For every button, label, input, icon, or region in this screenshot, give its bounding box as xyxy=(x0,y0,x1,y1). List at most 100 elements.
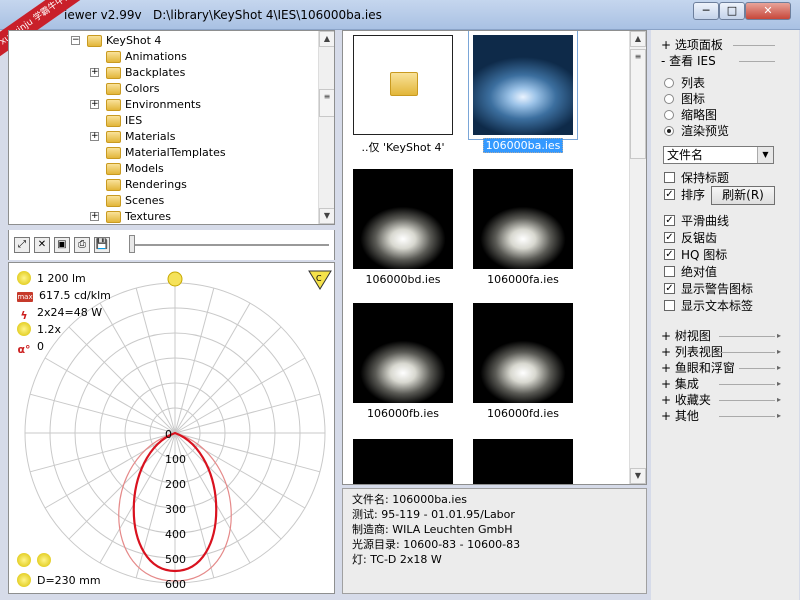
minimize-button[interactable]: ─ xyxy=(693,2,719,20)
view-ies-header[interactable]: - 查看 IES xyxy=(661,54,716,68)
tree-item[interactable]: − KeyShot 4 xyxy=(9,33,319,49)
view-mode-radio[interactable] xyxy=(664,126,674,136)
divider xyxy=(733,45,775,46)
close-button[interactable]: ✕ xyxy=(745,2,791,20)
option-checkbox[interactable]: ✓ xyxy=(664,232,675,243)
thumbnail-6[interactable] xyxy=(473,303,573,403)
c-plane-label: C xyxy=(316,274,322,283)
thumbs-scrollbar[interactable]: ▲ ≡ ▼ xyxy=(629,31,646,484)
thumbnail-caption[interactable]: 106000bd.ies xyxy=(343,273,463,286)
fit-icon[interactable]: ⤢ xyxy=(14,237,30,253)
expand-icon[interactable]: + xyxy=(90,68,99,77)
thumbnail-caption[interactable]: 106000fa.ies xyxy=(463,273,583,286)
divider xyxy=(719,384,775,385)
option-checkbox[interactable] xyxy=(664,266,675,277)
tree-item-label: Scenes xyxy=(125,194,165,207)
polar-grid-ray xyxy=(174,432,306,509)
tree-item[interactable]: Renderings xyxy=(9,177,319,193)
view-mode-radio[interactable] xyxy=(664,78,674,88)
thumbnail-partial[interactable] xyxy=(353,439,453,484)
thumbnail-grid[interactable]: ..仅 'KeyShot 4' 106000ba.ies 106000bd.ies 1… xyxy=(342,30,647,485)
scroll-down-icon[interactable]: ▼ xyxy=(630,468,646,484)
sort-select[interactable]: 文件名 ▼ xyxy=(663,146,774,164)
thumbnail-partial[interactable] xyxy=(473,439,573,484)
thumbnail-caption[interactable]: ..仅 'KeyShot 4' xyxy=(343,139,463,155)
option-checkbox[interactable] xyxy=(664,172,675,183)
scroll-up-icon[interactable]: ▲ xyxy=(630,31,646,47)
collapsed-group-header[interactable]: + 集成 xyxy=(661,377,699,391)
tree-item[interactable]: Animations xyxy=(9,49,319,65)
zoom-slider-track[interactable] xyxy=(129,244,329,246)
option-checkbox[interactable]: ✓ xyxy=(664,215,675,226)
scroll-up-icon[interactable]: ▲ xyxy=(319,31,334,47)
options-panel-header[interactable]: + 选项面板 xyxy=(661,38,723,52)
thumbnail-5[interactable] xyxy=(353,303,453,403)
zoom-slider-thumb[interactable] xyxy=(129,235,135,253)
option-checkbox[interactable]: ✓ xyxy=(664,283,675,294)
tree-item[interactable]: + Textures xyxy=(9,209,319,224)
print-icon[interactable]: ⎙ xyxy=(74,237,90,253)
save-icon[interactable]: 💾 xyxy=(94,237,110,253)
grid-toggle-icon[interactable]: ✕ xyxy=(34,237,50,253)
option-checkbox[interactable] xyxy=(664,300,675,311)
tree-item[interactable]: + Backplates xyxy=(9,65,319,81)
folder-icon xyxy=(390,72,418,96)
option-checkbox[interactable]: ✓ xyxy=(664,189,675,200)
tree-scrollbar[interactable]: ▲ ≡ ▼ xyxy=(318,31,334,224)
folder-icon xyxy=(87,35,102,47)
divider xyxy=(719,400,775,401)
folder-tree[interactable]: − KeyShot 4 Animations + Backplates Colors + En… xyxy=(8,30,335,225)
file-info-panel: 文件名: 106000ba.ies 测试: 95-119 - 01.01.95/L… xyxy=(342,488,647,594)
collapse-icon[interactable]: − xyxy=(71,36,80,45)
option-label: 绝对值 xyxy=(681,265,718,279)
thumbnail-4[interactable] xyxy=(473,169,573,269)
light-view-icon[interactable]: ▣ xyxy=(54,237,70,253)
chevron-icon: ▸ xyxy=(777,395,782,404)
view-mode-radio[interactable] xyxy=(664,110,674,120)
tree-item[interactable]: Models xyxy=(9,161,319,177)
polar-grid-ray xyxy=(44,432,176,509)
tree-item[interactable]: Colors xyxy=(9,81,319,97)
expand-icon[interactable]: + xyxy=(90,100,99,109)
view-mode-label: 缩略图 xyxy=(681,108,718,122)
option-checkbox[interactable]: ✓ xyxy=(664,249,675,260)
scroll-down-icon[interactable]: ▼ xyxy=(319,208,334,224)
intensity-value: 617.5 cd/klm xyxy=(39,289,111,302)
collapsed-group-header[interactable]: + 树视图 xyxy=(661,329,711,343)
refresh-button[interactable]: 刷新(R) xyxy=(711,186,775,205)
option-label: 保持标题 xyxy=(681,171,730,185)
expand-icon[interactable]: + xyxy=(90,132,99,141)
caption-text: 106000ba.ies xyxy=(482,138,564,153)
tree-item[interactable]: MaterialTemplates xyxy=(9,145,319,161)
tree-item-label: Animations xyxy=(125,50,187,63)
expand-icon[interactable]: + xyxy=(90,212,99,221)
options-sidebar: + 选项面板 - 查看 IES 列表 图标 缩略图 渲染预览 文件名 ▼ 保持标题 ✓ 排… xyxy=(651,30,799,600)
polar-grid-ray xyxy=(44,357,176,434)
polar-grid-ray xyxy=(68,432,176,540)
collapsed-group-header[interactable]: + 鱼眼和浮窗 xyxy=(661,361,735,375)
chevron-icon: ▸ xyxy=(777,331,782,340)
maximize-button[interactable]: □ xyxy=(719,2,745,20)
scroll-thumb[interactable]: ≡ xyxy=(630,49,646,159)
thumbnail-caption[interactable]: 106000ba.ies xyxy=(463,138,583,153)
thumbnail-caption[interactable]: 106000fd.ies xyxy=(463,407,583,420)
sort-select-value: 文件名 xyxy=(667,148,704,162)
collapsed-group-header[interactable]: + 收藏夹 xyxy=(661,393,711,407)
chevron-icon: ▸ xyxy=(777,379,782,388)
lamp-icons xyxy=(17,553,57,569)
tree-item[interactable]: + Environments xyxy=(9,97,319,113)
thumbnail-1[interactable] xyxy=(353,35,453,135)
thumbnail-caption[interactable]: 106000fb.ies xyxy=(343,407,463,420)
view-mode-radio[interactable] xyxy=(664,94,674,104)
collapsed-group-header[interactable]: + 列表视图 xyxy=(661,345,723,359)
scroll-thumb[interactable]: ≡ xyxy=(319,89,334,117)
polar-scale-label: 100 xyxy=(165,453,186,466)
chevron-down-icon[interactable]: ▼ xyxy=(757,147,773,163)
view-mode-label: 列表 xyxy=(681,76,706,90)
tree-item[interactable]: Scenes xyxy=(9,193,319,209)
tree-item[interactable]: IES xyxy=(9,113,319,129)
thumbnail-2[interactable] xyxy=(468,31,578,140)
tree-item[interactable]: + Materials xyxy=(9,129,319,145)
thumbnail-3[interactable] xyxy=(353,169,453,269)
collapsed-group-header[interactable]: + 其他 xyxy=(661,409,699,423)
